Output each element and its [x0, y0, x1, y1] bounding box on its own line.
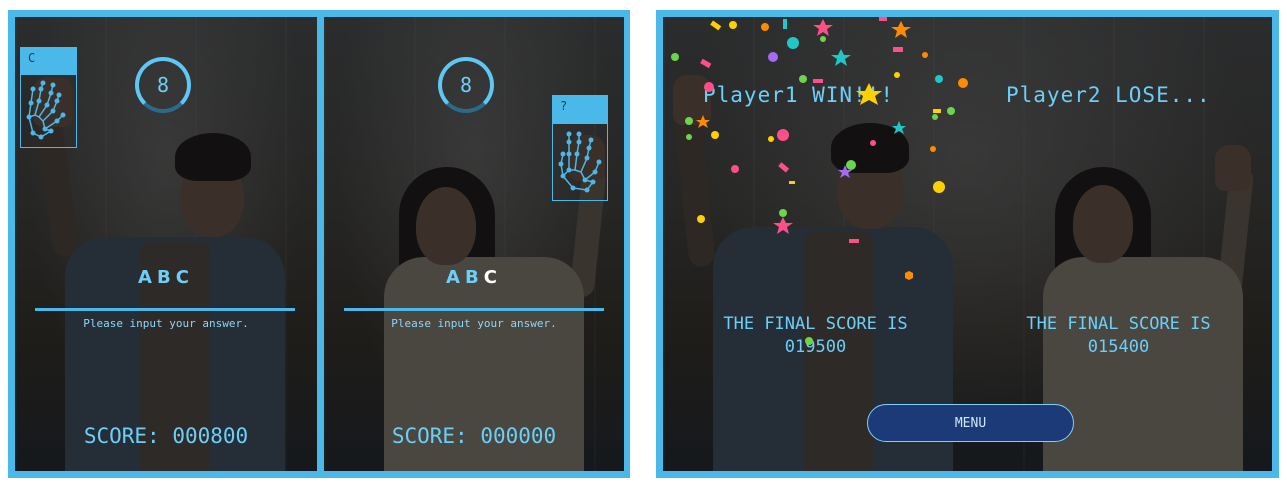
player2-score: SCORE: 000000	[391, 424, 557, 448]
player1-letter-c: C	[175, 267, 194, 288]
player2-answer-line	[344, 308, 604, 311]
result-panel: Player1 WIN!!! Player2 LOSE... THE FINAL…	[656, 10, 1279, 478]
player1-score: SCORE: 000800	[83, 424, 249, 448]
player1-screen: 8 C ABC Please input your answer. SCORE:…	[15, 17, 317, 471]
player2-letter-c: C	[483, 267, 502, 288]
player2-detected-letter: ?	[552, 95, 608, 123]
player2-prompt: Please input your answer.	[391, 317, 557, 330]
player1-hand-box	[20, 74, 77, 148]
player2-timer: 8	[438, 57, 494, 113]
player2-screen: 8 ? ABC Please input your answer. SCORE:…	[324, 17, 624, 471]
hand-landmark-icon	[558, 131, 602, 193]
confetti-layer	[663, 17, 1272, 471]
player2-letter-a: A	[446, 267, 465, 288]
confetti-icon	[671, 17, 968, 345]
result-screen: Player1 WIN!!! Player2 LOSE... THE FINAL…	[663, 17, 1272, 471]
player2-hand-box	[552, 123, 608, 201]
player1-letters: ABC	[15, 267, 317, 288]
player1-answer-line	[35, 308, 295, 311]
player1-detected-letter: C	[20, 47, 77, 75]
hand-landmark-icon	[26, 80, 66, 140]
player2-letters: ABC	[324, 267, 624, 288]
player1-letter-b: B	[156, 267, 176, 288]
player1-prompt: Please input your answer.	[83, 317, 249, 330]
game-panel: 8 C ABC Please input your answer. SCORE:…	[8, 10, 630, 478]
menu-button[interactable]: MENU	[867, 404, 1074, 442]
player1-timer: 8	[135, 57, 191, 113]
player1-letter-a: A	[138, 267, 157, 288]
player2-letter-b: B	[464, 267, 484, 288]
